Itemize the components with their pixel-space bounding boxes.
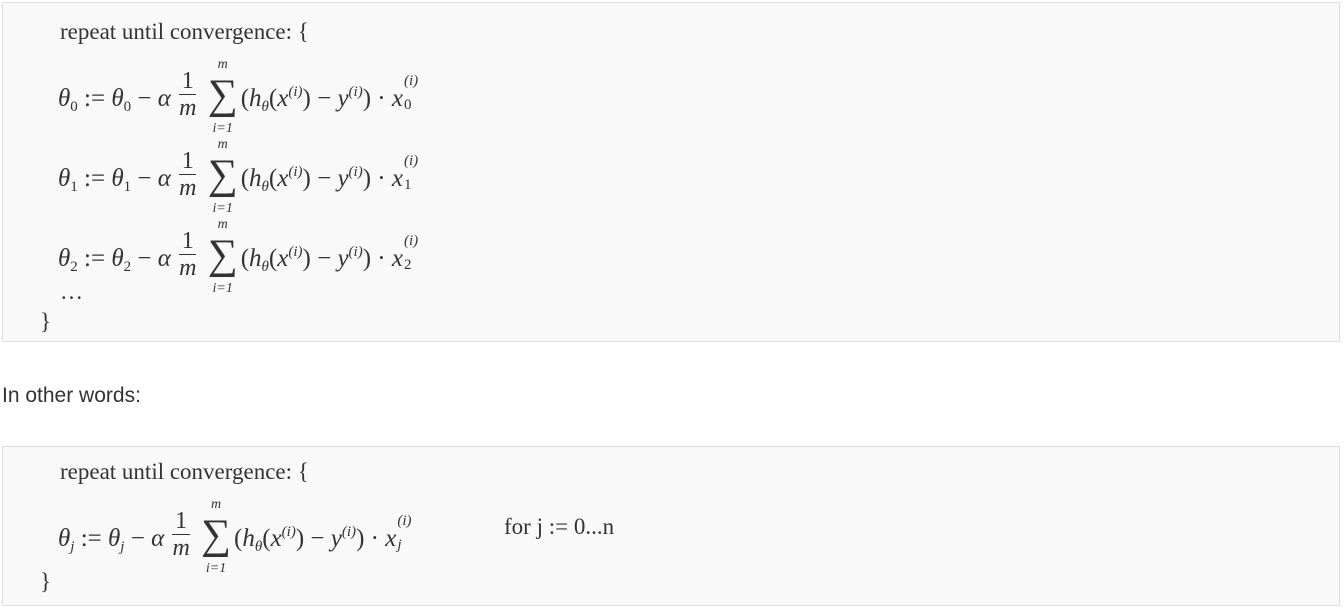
closing-brace-1: } — [40, 309, 52, 334]
summation-icon: m ∑ i=1 — [207, 216, 238, 296]
summation-icon: m ∑ i=1 — [201, 496, 231, 576]
repeat-header-1: repeat until convergence: { — [60, 19, 309, 44]
closing-brace-2: } — [40, 569, 52, 594]
paragraph-in-other-words: In other words: — [2, 384, 141, 407]
summation-icon: m ∑ i=1 — [207, 136, 238, 216]
update-equation-theta-2: θ2 := θ2 − α 1m m ∑ i=1 (hθ(x(i)) − y(i)) ·… — [58, 216, 419, 296]
repeat-header-2: repeat until convergence: { — [60, 459, 309, 484]
summation-icon: m ∑ i=1 — [207, 56, 238, 136]
update-equation-theta-0: θ0 := θ0 − α 1m m ∑ i=1 (hθ(x(i)) − y(i)) ·… — [58, 56, 419, 136]
update-equation-theta-1: θ1 := θ1 − α 1m m ∑ i=1 (hθ(x(i)) − y(i)) ·… — [58, 136, 419, 216]
ellipsis: … — [60, 279, 83, 304]
for-j-range: for j := 0...n — [504, 514, 615, 539]
